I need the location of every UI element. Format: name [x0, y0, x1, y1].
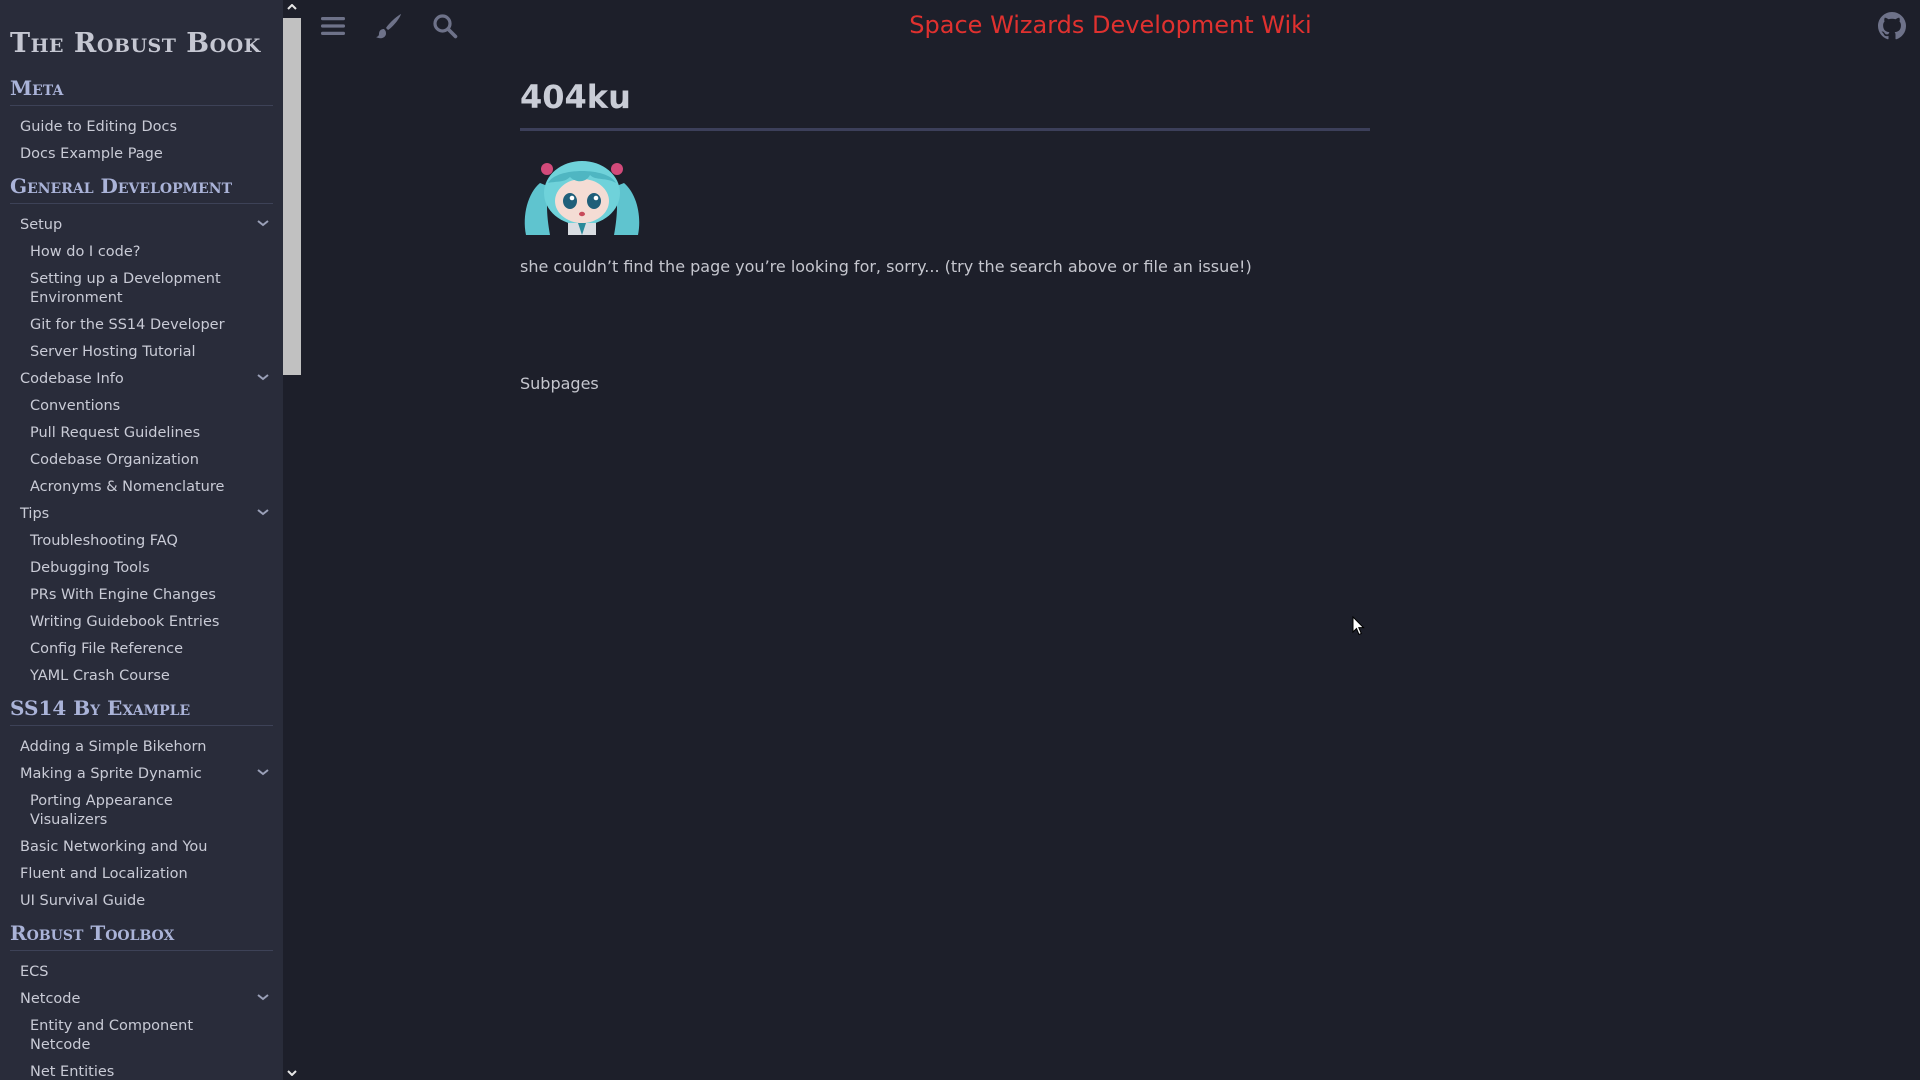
sidebar-item-label: Acronyms & Nomenclature [30, 479, 225, 495]
chevron-down-icon[interactable] [257, 374, 269, 382]
sidebar-item-label: Writing Guidebook Entries [30, 614, 220, 630]
sidebar-nav-item[interactable]: Making a Sprite Dynamic [10, 761, 273, 788]
sidebar-item-label: Config File Reference [30, 641, 184, 657]
sidebar-nav-item[interactable]: Fluent and Localization [10, 861, 273, 888]
sidebar-section-heading[interactable]: Meta [10, 76, 273, 106]
sidebar-item-label: Debugging Tools [30, 560, 150, 576]
mouse-cursor-icon [1352, 615, 1366, 640]
sidebar-nav-item[interactable]: Adding a Simple Bikehorn [10, 734, 273, 761]
sidebar-item-label: Troubleshooting FAQ [30, 533, 178, 549]
site-title: Space Wizards Development Wiki [909, 11, 1312, 39]
scroll-up-arrow[interactable] [283, 0, 301, 14]
sidebar-item-label: Git for the SS14 Developer [30, 317, 225, 333]
sidebar-nav-item[interactable]: ECS [10, 959, 273, 986]
sidebar: The Robust Book Meta Guide to Editing Doc… [0, 0, 283, 1080]
chevron-down-icon[interactable] [257, 509, 269, 517]
sidebar-item-label: Setting up a Development Environment [30, 271, 221, 306]
sidebar-nav-item[interactable]: Setup [10, 212, 273, 239]
sidebar-section-heading[interactable]: Robust Toolbox [10, 921, 273, 951]
sidebar-nav-item[interactable]: Writing Guidebook Entries [10, 609, 273, 636]
sidebar-section-heading[interactable]: General Development [10, 174, 273, 204]
mascot-image [520, 153, 644, 235]
sidebar-item-label: Basic Networking and You [20, 839, 208, 855]
sidebar-nav-item[interactable]: Setting up a Development Environment [10, 266, 273, 312]
chevron-down-icon[interactable] [257, 220, 269, 228]
sidebar-nav-item[interactable]: Guide to Editing Docs [10, 114, 273, 141]
sidebar-nav-item[interactable]: Porting Appearance Visualizers [10, 788, 273, 834]
sidebar-nav-item[interactable]: Entity and Component Netcode [10, 1013, 273, 1059]
scroll-down-arrow[interactable] [283, 1066, 301, 1080]
sidebar-nav-item[interactable]: PRs With Engine Changes [10, 582, 273, 609]
sidebar-item-label: Pull Request Guidelines [30, 425, 201, 441]
sidebar-nav-item[interactable]: Docs Example Page [10, 141, 273, 168]
sidebar-nav-item[interactable]: Codebase Organization [10, 447, 273, 474]
sidebar-nav-item[interactable]: Netcode [10, 986, 273, 1013]
sidebar-item-label: YAML Crash Course [30, 668, 170, 684]
sidebar-nav-item[interactable]: Debugging Tools [10, 555, 273, 582]
sidebar-nav-item[interactable]: Basic Networking and You [10, 834, 273, 861]
chevron-down-icon[interactable] [257, 994, 269, 1002]
sidebar-item-label: Making a Sprite Dynamic [20, 766, 202, 782]
sidebar-item-label: Server Hosting Tutorial [30, 344, 196, 360]
sidebar-nav-item[interactable]: Config File Reference [10, 636, 273, 663]
sidebar-content: The Robust Book Meta Guide to Editing Doc… [0, 0, 283, 1080]
sidebar-item-label: UI Survival Guide [20, 893, 146, 909]
sidebar-section-heading[interactable]: SS14 By Example [10, 696, 273, 726]
sidebar-nav-item[interactable]: Conventions [10, 393, 273, 420]
book-title[interactable]: The Robust Book [10, 0, 273, 76]
sidebar-item-label: ECS [20, 964, 49, 980]
sidebar-item-label: How do I code? [30, 244, 141, 260]
sidebar-nav-item[interactable]: YAML Crash Course [10, 663, 273, 690]
not-found-message: she couldn’t find the page you’re lookin… [520, 257, 1252, 276]
sidebar-nav-item[interactable]: How do I code? [10, 239, 273, 266]
sidebar-nav-item[interactable]: Git for the SS14 Developer [10, 312, 273, 339]
page-title: 404ku [520, 78, 1370, 131]
scroll-thumb[interactable] [283, 18, 301, 375]
sidebar-item-label: Porting Appearance Visualizers [30, 793, 173, 828]
sidebar-item-label: Guide to Editing Docs [20, 119, 178, 135]
sidebar-scrollbar[interactable] [283, 0, 301, 1080]
top-bar: Space Wizards Development Wiki [301, 0, 1920, 52]
sidebar-item-label: Fluent and Localization [20, 866, 188, 882]
sidebar-item-label: Conventions [30, 398, 121, 414]
sidebar-item-label: PRs With Engine Changes [30, 587, 216, 603]
sidebar-nav-item[interactable]: Server Hosting Tutorial [10, 339, 273, 366]
sidebar-nav-item[interactable]: Codebase Info [10, 366, 273, 393]
sidebar-item-label: Net Entities [30, 1064, 115, 1080]
sidebar-item-label: Setup [20, 217, 63, 233]
chevron-down-icon[interactable] [257, 769, 269, 777]
sidebar-item-label: Adding a Simple Bikehorn [20, 739, 207, 755]
sidebar-item-label: Codebase Info [20, 371, 124, 387]
sidebar-item-label: Codebase Organization [30, 452, 199, 468]
sidebar-item-label: Entity and Component Netcode [30, 1018, 194, 1053]
sidebar-nav-item[interactable]: Tips [10, 501, 273, 528]
sidebar-item-label: Netcode [20, 991, 81, 1007]
sidebar-nav-item[interactable]: Troubleshooting FAQ [10, 528, 273, 555]
main-content: 404ku she couldn’t find the page you’re … [520, 78, 1370, 393]
sidebar-item-label: Tips [20, 506, 50, 522]
sidebar-item-label: Docs Example Page [20, 146, 163, 162]
subpages-label: Subpages [520, 374, 599, 393]
github-icon[interactable] [1878, 12, 1906, 44]
sidebar-nav-item[interactable]: UI Survival Guide [10, 888, 273, 915]
sidebar-nav-item[interactable]: Acronyms & Nomenclature [10, 474, 273, 501]
sidebar-nav-item[interactable]: Pull Request Guidelines [10, 420, 273, 447]
sidebar-nav-item[interactable]: Net Entities [10, 1059, 273, 1080]
